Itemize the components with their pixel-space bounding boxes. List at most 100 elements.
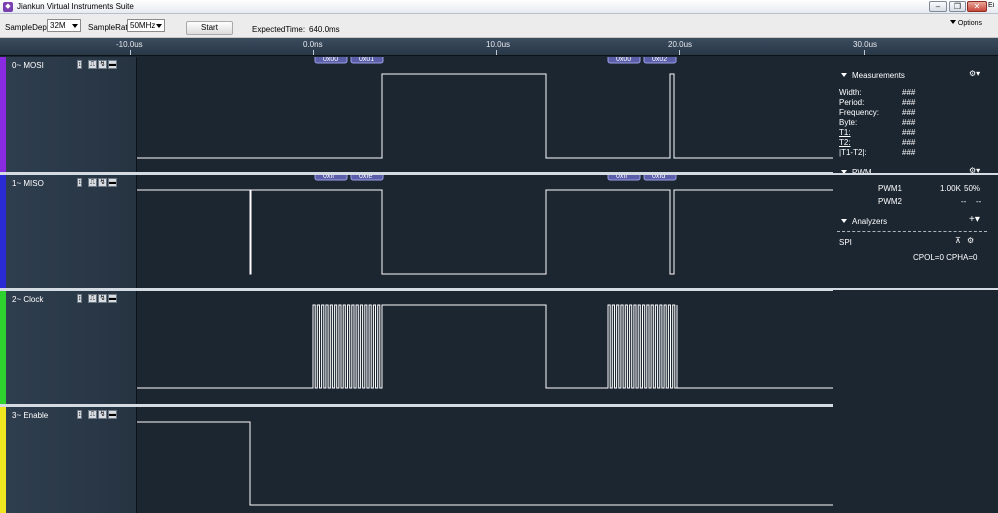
trigger-level-icon[interactable]: ▬: [108, 60, 117, 69]
channel-buttons: ↕ ⎍ ↯ ▬: [77, 60, 118, 70]
measurement-label: Period:: [839, 98, 865, 107]
start-button[interactable]: Start: [186, 21, 233, 35]
ruler-tick: [864, 50, 865, 55]
trigger-edge-icon[interactable]: ⎍: [88, 178, 97, 187]
plus-icon: +: [969, 214, 975, 225]
dashed-divider: [837, 231, 987, 232]
channel-settings-icon[interactable]: ↕: [77, 410, 82, 419]
trigger-mode-icon[interactable]: ↯: [98, 294, 107, 303]
channel-header[interactable]: 3~ Enable ↕ ⎍ ↯ ▬: [6, 407, 137, 513]
measurement-label: |T1-T2|:: [839, 148, 867, 157]
sample-rate-label: SampleRate: [88, 23, 133, 32]
pwm-frequency: --: [961, 197, 967, 206]
channel-enable: 3~ Enable ↕ ⎍ ↯ ▬: [0, 407, 833, 513]
enable-waveform: [137, 421, 833, 506]
waveform-area[interactable]: [137, 291, 833, 404]
pwm-frequency: 1.00K: [940, 184, 961, 193]
pwm-label: PWM1: [878, 184, 902, 193]
trigger-edge-icon[interactable]: ⎍: [88, 294, 97, 303]
analyzers-title: Analyzers: [852, 217, 888, 226]
ruler-tick: [679, 50, 680, 55]
pwm-duty: --: [976, 197, 982, 206]
time-ruler[interactable]: -10.0us 0.0ns 10.0us 20.0us 30.0us: [0, 38, 998, 56]
channel-settings-icon[interactable]: ↕: [77, 178, 82, 187]
chevron-down-icon: [156, 24, 162, 28]
waveform-area[interactable]: 0x00 0x01 0x00 0x02: [137, 57, 833, 173]
measurement-value: ###: [902, 108, 916, 117]
channel-name: 3~ Enable: [12, 411, 49, 420]
channel-buttons: ↕ ⎍ ↯ ▬: [77, 178, 118, 188]
trigger-mode-icon[interactable]: ↯: [98, 410, 107, 419]
clock-waveform: [137, 304, 833, 389]
analyzer-name[interactable]: SPI: [839, 238, 852, 247]
trigger-edge-icon[interactable]: ⎍: [88, 410, 97, 419]
channel-mosi: 0~ MOSI ↕ ⎍ ↯ ▬ 0x00 0x01 0x00 0x02: [0, 57, 833, 173]
miso-waveform: 0xff 0xfe 0xff 0xfd: [137, 175, 833, 275]
side-panel: Measurements ⚙▾ Width: ### Period: ### F…: [833, 57, 998, 513]
options-menu[interactable]: Options: [949, 20, 982, 27]
decode-label: 0x00: [323, 57, 338, 63]
channel-header[interactable]: 2~ Clock ↕ ⎍ ↯ ▬: [6, 291, 137, 404]
decode-label: 0xfe: [359, 175, 372, 180]
expected-time-value: 640.0ms: [309, 25, 340, 34]
sample-depth-value: 32M: [50, 21, 66, 30]
ruler-tick: [130, 50, 131, 55]
channel-settings-icon[interactable]: ↕: [77, 60, 82, 69]
channel-header[interactable]: 1~ MISO ↕ ⎍ ↯ ▬: [6, 175, 137, 288]
trigger-mode-icon[interactable]: ↯: [98, 60, 107, 69]
add-analyzer-button[interactable]: +▾: [969, 214, 980, 225]
sample-rate-select[interactable]: 50MHz: [127, 19, 165, 32]
measurements-title: Measurements: [852, 71, 905, 80]
sample-depth-select[interactable]: 32M: [47, 19, 81, 32]
pwm-label: PWM2: [878, 197, 902, 206]
measurement-value: ###: [902, 128, 916, 137]
measurement-settings-icon[interactable]: ⚙▾: [969, 69, 980, 78]
decode-label: 0x00: [616, 57, 631, 63]
cursor-t2-label[interactable]: T2:: [839, 138, 851, 147]
collapse-icon: [841, 73, 847, 77]
decode-label: 0xfd: [652, 175, 665, 180]
expected-time-label: ExpectedTime:: [252, 25, 306, 34]
close-button[interactable]: ✕: [967, 1, 987, 12]
measurement-label: Frequency:: [839, 108, 880, 117]
channel-name: 0~ MOSI: [12, 61, 44, 70]
panel-separator: [833, 288, 998, 290]
measurement-value: ###: [902, 98, 916, 107]
waveform-area[interactable]: 0xff 0xfe 0xff 0xfd: [137, 175, 833, 288]
cursor-t1-label[interactable]: T1:: [839, 128, 851, 137]
trigger-mode-icon[interactable]: ↯: [98, 178, 107, 187]
channel-header[interactable]: 0~ MOSI ↕ ⎍ ↯ ▬: [6, 57, 137, 173]
waveform-area[interactable]: [137, 407, 833, 513]
pwm-duty: 50%: [964, 184, 981, 193]
ruler-tick: [313, 50, 314, 55]
trigger-level-icon[interactable]: ▬: [108, 178, 117, 187]
measurement-label: Byte:: [839, 118, 858, 127]
measurement-value: ###: [902, 148, 916, 157]
trigger-edge-icon[interactable]: ⎍: [88, 60, 97, 69]
measurements-header[interactable]: Measurements: [841, 71, 905, 80]
app-window: ◆ Jiankun Virtual Instruments Suite – ❐ …: [0, 0, 998, 513]
channel-settings-icon[interactable]: ↕: [77, 294, 82, 303]
minimize-button[interactable]: –: [929, 1, 947, 12]
panel-separator: [833, 173, 998, 175]
analyzers-header[interactable]: Analyzers: [841, 217, 887, 226]
app-logo-icon: ◆: [3, 2, 13, 12]
window-title: Jiankun Virtual Instruments Suite: [17, 2, 134, 11]
edge-window-text: Ei: [988, 2, 995, 9]
toolbar: SampleDepth 32M SampleRate 50MHz Start E…: [0, 14, 998, 38]
measurement-label: Width:: [839, 88, 862, 97]
channel-name: 1~ MISO: [12, 179, 44, 188]
trigger-level-icon[interactable]: ▬: [108, 294, 117, 303]
mosi-waveform: 0x00 0x01 0x00 0x02: [137, 57, 833, 159]
channel-name: 2~ Clock: [12, 295, 44, 304]
restore-button[interactable]: ❐: [949, 1, 966, 12]
decode-label: 0xff: [323, 175, 334, 180]
channel-clock: 2~ Clock ↕ ⎍ ↯ ▬: [0, 291, 833, 404]
trigger-level-icon[interactable]: ▬: [108, 410, 117, 419]
collapse-icon: [841, 219, 847, 223]
remove-analyzer-icon[interactable]: ⊼: [955, 236, 961, 245]
measurement-value: ###: [902, 88, 916, 97]
ruler-label: -10.0us: [116, 40, 143, 49]
analyzer-settings-icon[interactable]: ⚙: [967, 236, 974, 245]
measurement-value: ###: [902, 118, 916, 127]
